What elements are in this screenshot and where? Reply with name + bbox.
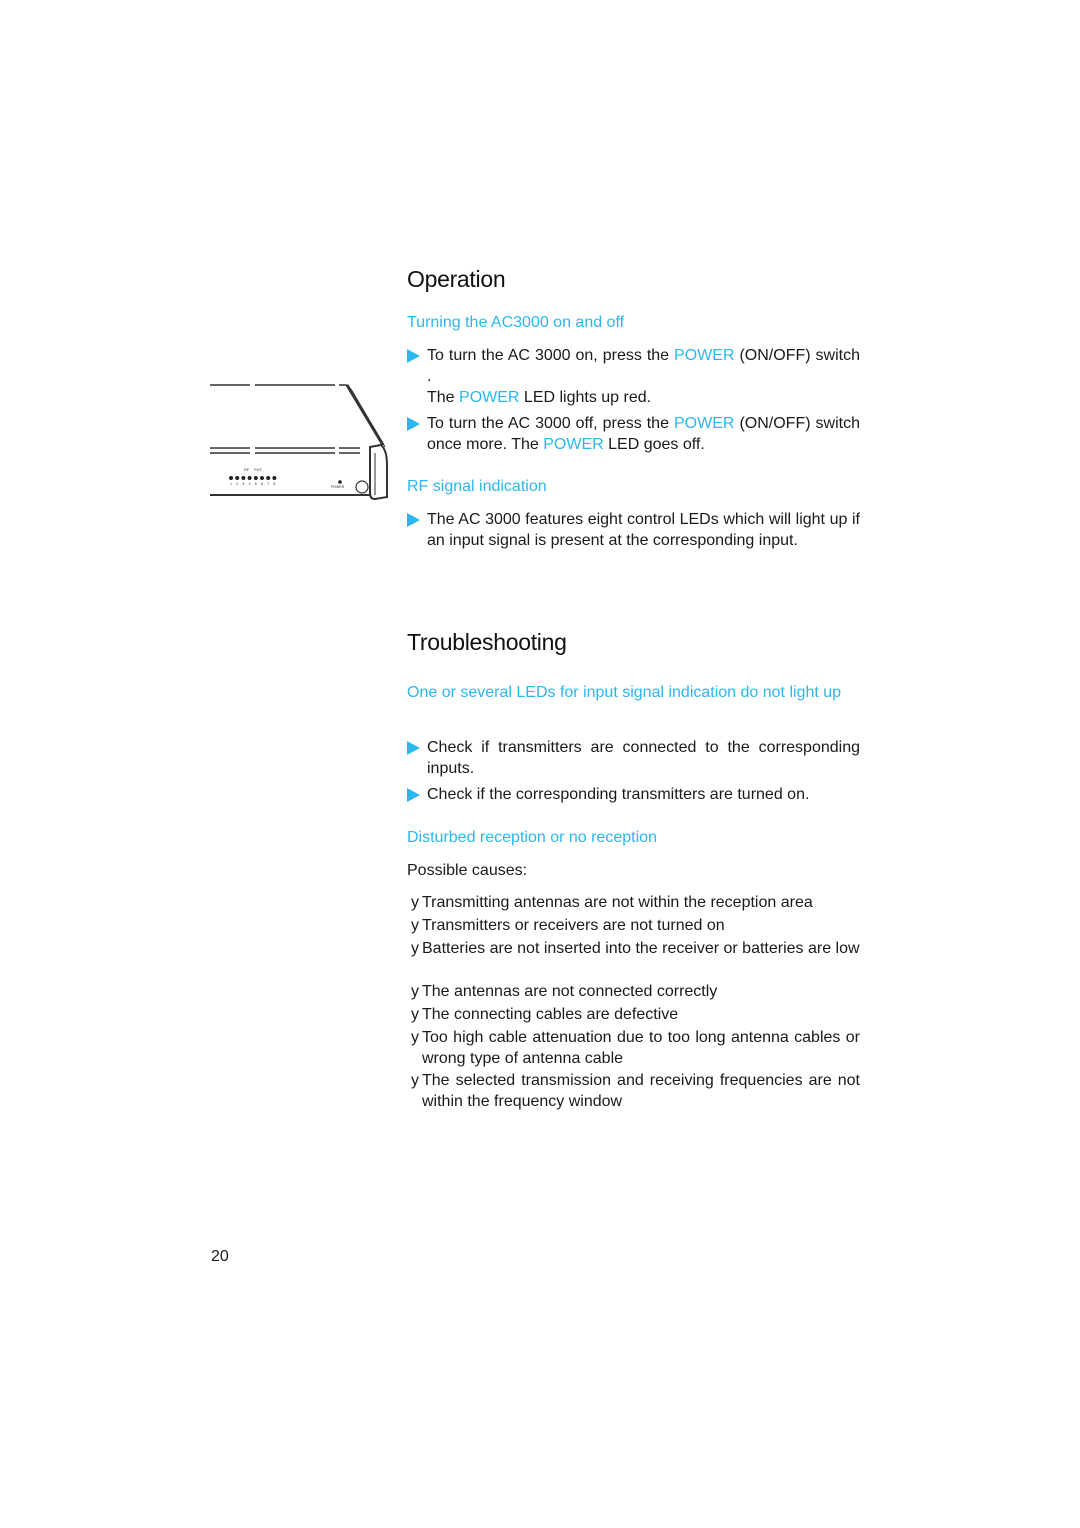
section-title-operation: Operation — [407, 266, 506, 292]
rf-led — [229, 476, 233, 480]
cause-item: y The antennas are not connected correctl… — [411, 983, 718, 1000]
arrow-bullet-icon — [407, 349, 420, 363]
heading-leds-no-light: One or several LEDs for input signal ind… — [407, 684, 842, 701]
rf-led-number: 5 — [255, 482, 257, 486]
rf-led — [241, 476, 246, 480]
rf-led-number: 6 — [261, 482, 263, 486]
rf-led — [253, 476, 258, 480]
possible-causes-label: Possible causes: — [407, 862, 528, 879]
rf-led — [235, 476, 240, 480]
arrow-bullet-icon — [407, 741, 420, 755]
step-turn-off: To turn the AC 3000 off, press the POWER… — [407, 413, 860, 455]
heading-rf-signal: RF signal indication — [407, 478, 547, 495]
step-check-turned-on: Check if the corresponding transmitters … — [407, 784, 860, 805]
rf-led-number: 1 — [230, 482, 232, 486]
heading-turning-on-off: Turning the AC3000 on and off — [407, 314, 625, 331]
step-rf-leds: The AC 3000 features eight control LEDs … — [407, 509, 860, 551]
step-turn-on: To turn the AC 3000 on, press the POWER … — [407, 345, 860, 408]
cause-item: y Transmitters or receivers are not turne… — [411, 917, 725, 934]
cause-item: y Too high cable attenuation due to too l… — [411, 1029, 860, 1067]
rf-led-number: 8 — [273, 482, 275, 486]
arrow-bullet-icon — [407, 513, 420, 527]
cause-item: y The selected transmission and receiving… — [411, 1072, 860, 1110]
step-check-connected: Check if transmitters are connected to t… — [407, 737, 860, 779]
device-label-rf: RF — [244, 467, 250, 472]
device-label-put: PUT — [254, 467, 263, 472]
arrow-bullet-icon — [407, 788, 420, 802]
rf-led-number: 7 — [267, 482, 269, 486]
heading-disturbed-reception: Disturbed reception or no reception — [407, 829, 657, 846]
rf-led — [247, 476, 252, 480]
rf-led-number: 4 — [249, 482, 251, 486]
power-led — [338, 480, 342, 484]
cause-item: y Transmitting antennas are not within th… — [411, 894, 813, 911]
cause-item: y The connecting cables are defective — [411, 1006, 679, 1023]
rf-led — [260, 476, 264, 480]
rf-led — [272, 476, 277, 480]
section-title-troubleshooting: Troubleshooting — [407, 629, 567, 655]
rf-led — [266, 476, 271, 480]
device-label-power: POWER — [331, 485, 345, 489]
cause-item: y Batteries are not inserted into the rec… — [411, 940, 860, 957]
rf-led-number: 2 — [236, 482, 238, 486]
device-illustration: RF PUT 123 45678 POWER — [210, 384, 388, 501]
rf-led-number: 3 — [242, 482, 244, 486]
arrow-bullet-icon — [407, 417, 420, 431]
page-number: 20 — [211, 1248, 229, 1265]
